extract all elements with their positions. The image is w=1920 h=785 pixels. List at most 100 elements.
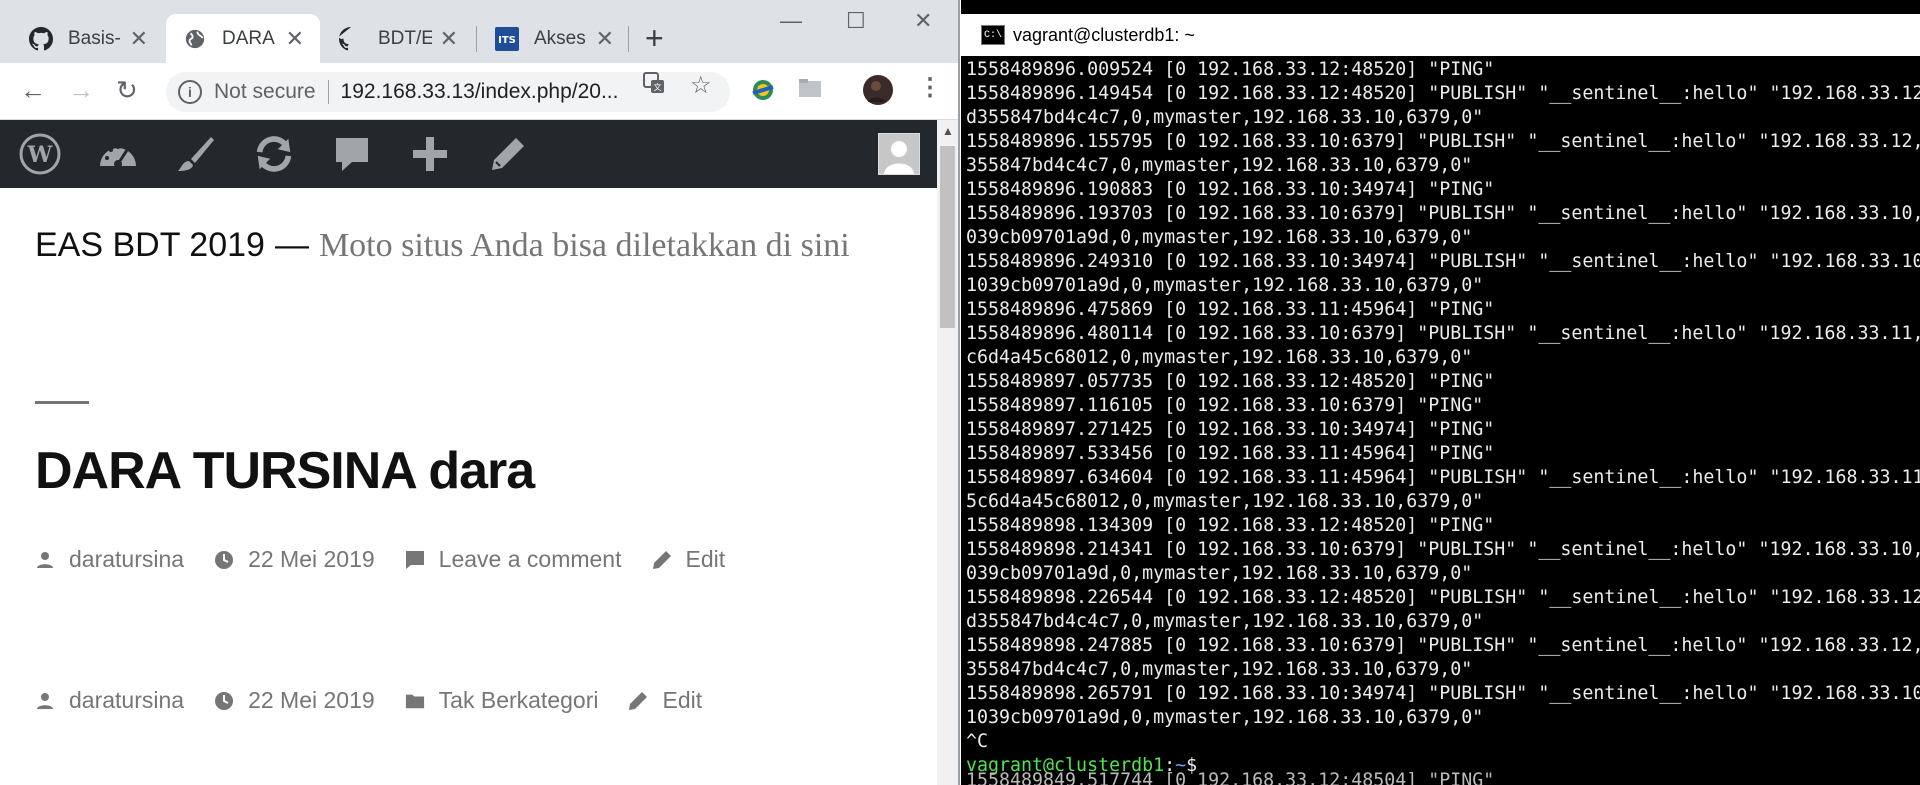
site-header: EAS BDT 2019— Moto situs Anda bisa dileta… — [35, 226, 850, 265]
terminal-line: 1558489898.214341 [0 192.168.33.10:6379]… — [966, 539, 1920, 560]
url-text[interactable]: 192.168.33.13/index.php/20... — [341, 80, 619, 104]
tab-basis[interactable]: Basis-D ✕ — [12, 14, 164, 63]
security-label: Not secure — [214, 80, 316, 103]
clock-icon — [214, 550, 234, 570]
close-window-icon[interactable]: ✕ — [914, 8, 932, 34]
svg-text:文: 文 — [654, 82, 662, 92]
terminal-line: 1558489898.226544 [0 192.168.33.12:48520… — [966, 587, 1920, 608]
terminal-line: 1558489896.009524 [0 192.168.33.12:48520… — [966, 59, 1495, 80]
extension-folder-icon[interactable] — [798, 77, 822, 104]
comments-icon[interactable] — [330, 134, 374, 174]
post-meta: daratursina 22 Mei 2019 Leave a comment … — [35, 546, 725, 573]
close-icon[interactable]: ✕ — [130, 26, 148, 52]
post-author-link[interactable]: daratursina — [69, 687, 184, 714]
terminal-line: 039cb09701a9d,0,mymaster,192.168.33.10,6… — [966, 563, 1473, 584]
terminal-line: 1558489896.149454 [0 192.168.33.12:48520… — [966, 83, 1920, 104]
terminal-line: 1558489897.533456 [0 192.168.33.11:45964… — [966, 443, 1495, 464]
tab-dara[interactable]: DARA T ✕ — [166, 14, 320, 63]
github-icon — [28, 26, 54, 52]
terminal-line: 5c6d4a45c68012,0,mymaster,192.168.33.10,… — [966, 491, 1484, 512]
terminal-line: 355847bd4c4c7,0,mymaster,192.168.33.10,6… — [966, 659, 1473, 680]
post-date-link[interactable]: 22 Mei 2019 — [248, 546, 375, 573]
new-tab-button[interactable]: + — [645, 22, 664, 54]
svg-text:W: W — [27, 142, 53, 168]
tab-akses[interactable]: ITS Akses I ✕ — [478, 14, 630, 63]
site-title[interactable]: EAS BDT 2019 — [35, 226, 265, 264]
close-icon[interactable]: ✕ — [286, 26, 304, 52]
post-author-link[interactable]: daratursina — [69, 546, 184, 573]
reload-icon[interactable]: ↻ — [116, 75, 138, 105]
terminal-ghost-line: 1558489849.517744 [0 192.168.33.12:48504… — [966, 770, 1495, 785]
terminal-line: 1039cb09701a9d,0,mymaster,192.168.33.10,… — [966, 707, 1484, 728]
profile-avatar[interactable] — [862, 74, 894, 111]
terminal-line: 1558489896.249310 [0 192.168.33.10:34974… — [966, 251, 1920, 272]
edit-link[interactable]: Edit — [662, 687, 702, 714]
terminal-line: 1558489896.480114 [0 192.168.33.10:6379]… — [966, 323, 1920, 344]
github-icon — [338, 26, 364, 52]
terminal-window[interactable]: C:\ vagrant@clusterdb1: ~ 1558489896.009… — [961, 0, 1920, 785]
terminal-titlebar: C:\ vagrant@clusterdb1: ~ — [961, 14, 1920, 56]
edit-link[interactable]: Edit — [686, 546, 726, 573]
tab-separator — [476, 26, 477, 52]
close-icon[interactable]: ✕ — [440, 26, 458, 52]
extension-icon[interactable] — [750, 77, 776, 108]
folder-icon — [405, 691, 425, 711]
tab-separator — [628, 26, 629, 52]
terminal-line: 1558489897.634604 [0 192.168.33.11:45964… — [966, 467, 1920, 488]
svg-text:ITS: ITS — [498, 35, 516, 46]
terminal-line: c6d4a45c68012,0,mymaster,192.168.33.10,6… — [966, 347, 1473, 368]
bookmark-star-icon[interactable]: ☆ — [690, 71, 712, 100]
new-content-plus-icon[interactable] — [408, 134, 452, 174]
terminal-line: 1558489898.247885 [0 192.168.33.10:6379]… — [966, 635, 1920, 656]
back-icon[interactable]: ← — [20, 75, 46, 105]
tab-title: Akses I — [534, 27, 588, 49]
close-icon[interactable]: ✕ — [596, 26, 614, 52]
site-tagline: Moto situs Anda bisa diletakkan di sini — [318, 227, 850, 264]
page-content: EAS BDT 2019— Moto situs Anda bisa dileta… — [0, 188, 937, 785]
updates-icon[interactable] — [252, 134, 296, 174]
leave-comment-link[interactable]: Leave a comment — [439, 546, 622, 573]
its-icon: ITS — [494, 26, 520, 52]
minimize-icon[interactable]: — — [780, 8, 802, 34]
terminal-line: 1558489896.190883 [0 192.168.33.10:34974… — [966, 179, 1495, 200]
terminal-icon: C:\ — [981, 25, 1005, 45]
terminal-line: ^C — [966, 731, 989, 752]
scroll-up-icon[interactable]: ▲ — [942, 124, 954, 138]
terminal-title: vagrant@clusterdb1: ~ — [1013, 24, 1195, 45]
post-meta: daratursina 22 Mei 2019 Tak Berkategori … — [35, 687, 702, 714]
browser-toolbar: ← → ↻ i Not secure 192.168.33.13/index.p… — [0, 63, 958, 120]
globe-icon — [182, 26, 208, 52]
tab-title: DARA T — [222, 27, 278, 49]
maximize-icon[interactable]: ☐ — [846, 8, 866, 34]
terminal-line: d355847bd4c4c7,0,mymaster,192.168.33.10,… — [966, 611, 1484, 632]
post-date-link[interactable]: 22 Mei 2019 — [248, 687, 375, 714]
browser-window: Basis-D ✕ DARA T ✕ BDT/EA ✕ ITS Akses I — [0, 0, 960, 785]
category-link[interactable]: Tak Berkategori — [439, 687, 599, 714]
wordpress-logo-icon[interactable]: W — [18, 133, 62, 175]
terminal-line: 1558489898.134309 [0 192.168.33.12:48520… — [966, 515, 1495, 536]
avatar[interactable] — [878, 133, 920, 175]
terminal-line: 1039cb09701a9d,0,mymaster,192.168.33.10,… — [966, 275, 1484, 296]
translate-icon[interactable]: 文 — [642, 71, 666, 102]
author-icon — [35, 550, 55, 570]
customize-brush-icon[interactable] — [174, 134, 218, 174]
forward-icon[interactable]: → — [68, 75, 94, 105]
title-separator: — — [274, 226, 309, 264]
edit-icon — [628, 691, 648, 711]
menu-dots-icon[interactable]: ⋮ — [918, 73, 942, 102]
wp-admin-bar: W — [0, 120, 937, 188]
clock-icon — [214, 691, 234, 711]
info-icon[interactable]: i — [178, 80, 202, 104]
divider — [35, 401, 89, 404]
terminal-line: 1558489897.271425 [0 192.168.33.10:34974… — [966, 419, 1495, 440]
comment-icon — [405, 550, 425, 570]
dashboard-icon[interactable] — [96, 134, 140, 174]
post-title[interactable]: DARA TURSINA dara — [35, 441, 535, 501]
edit-pencil-icon[interactable] — [486, 134, 530, 174]
edit-icon — [652, 550, 672, 570]
tab-bdt[interactable]: BDT/EA ✕ — [322, 14, 474, 63]
scrollbar-thumb[interactable] — [940, 146, 955, 328]
scrollbar[interactable]: ▲ — [937, 120, 958, 785]
tab-title: BDT/EA — [378, 27, 432, 49]
terminal-output[interactable]: 1558489896.009524 [0 192.168.33.12:48520… — [966, 58, 1920, 778]
